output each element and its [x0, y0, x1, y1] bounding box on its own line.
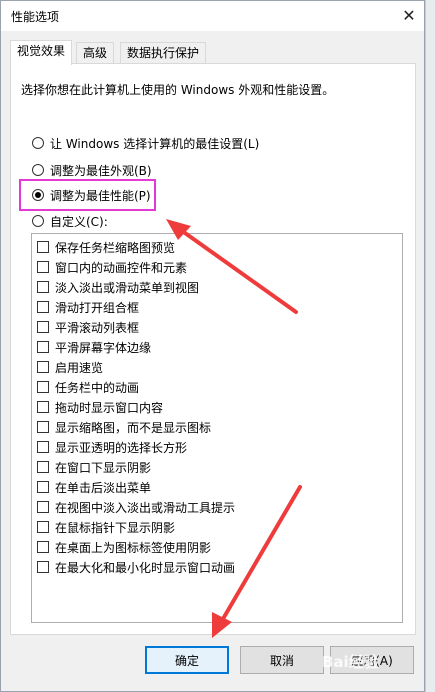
arrow-to-ok: [218, 485, 302, 626]
arrow-head-ok: [212, 612, 232, 638]
tab-visual-effects[interactable]: 视觉效果: [10, 40, 73, 65]
annotation-arrows: [166, 219, 302, 638]
arrow-to-radio: [176, 226, 298, 314]
